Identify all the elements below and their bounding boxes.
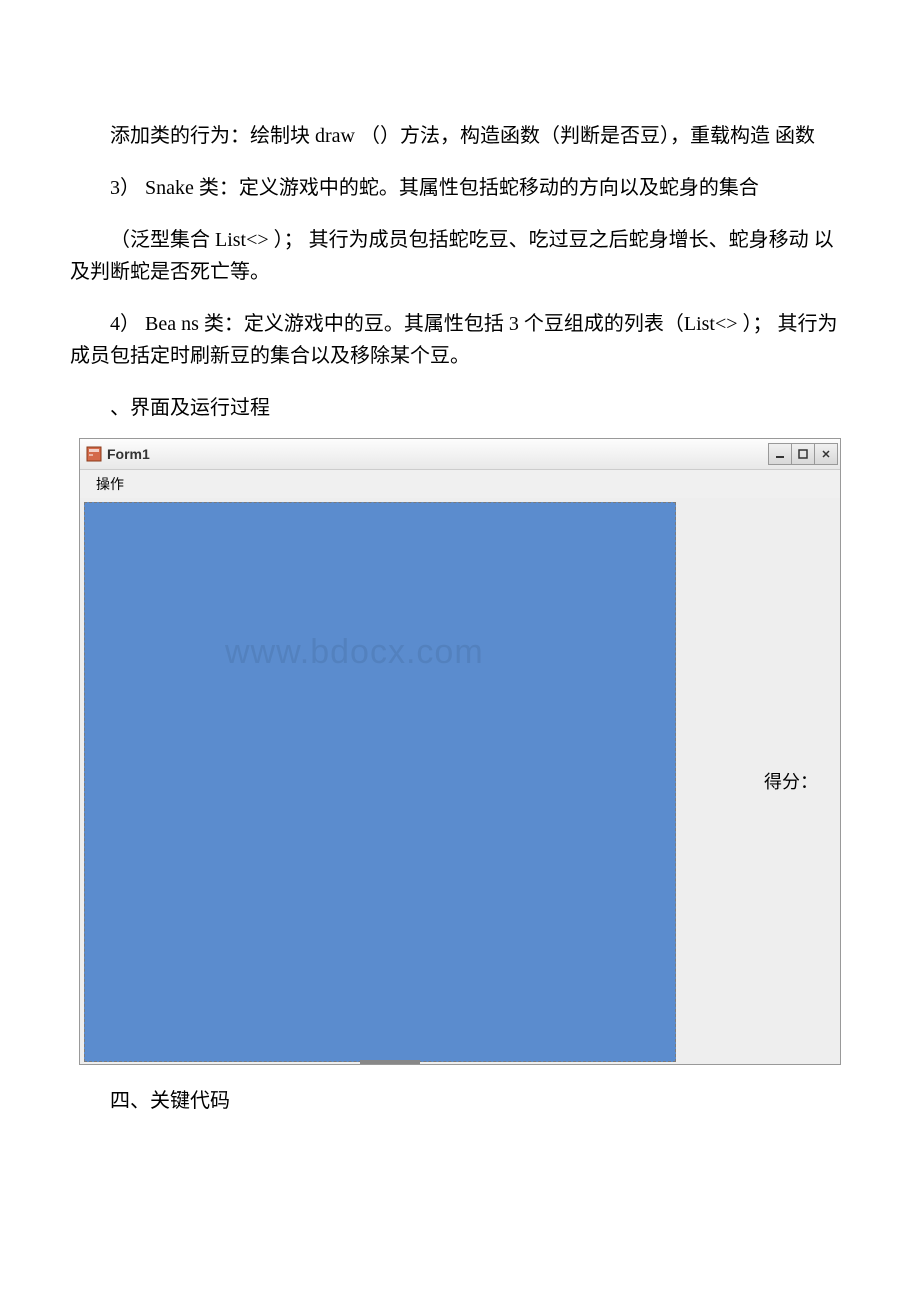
form-icon bbox=[86, 446, 102, 462]
scroll-indicator bbox=[360, 1060, 420, 1064]
game-panel[interactable]: www.bdocx.com bbox=[84, 502, 676, 1062]
section-key-code: 四、关键代码 bbox=[70, 1085, 850, 1117]
paragraph-draw-method: 添加类的行为：绘制块 draw （）方法，构造函数（判断是否豆），重载构造 函数 bbox=[70, 120, 850, 152]
menu-operation[interactable]: 操作 bbox=[88, 470, 132, 498]
minimize-button[interactable] bbox=[768, 443, 792, 465]
document-page: 添加类的行为：绘制块 draw （）方法，构造函数（判断是否豆），重载构造 函数… bbox=[0, 0, 920, 1197]
close-button[interactable] bbox=[814, 443, 838, 465]
score-label: 得分： bbox=[764, 768, 818, 794]
paragraph-snake-behavior: （泛型集合 List<> ）； 其行为成员包括蛇吃豆、吃过豆之后蛇身增长、蛇身移… bbox=[70, 224, 850, 288]
maximize-button[interactable] bbox=[791, 443, 815, 465]
form-window: Form1 操作 www.bdocx.com 得分： bbox=[79, 438, 841, 1065]
watermark-text: www.bdocx.com bbox=[225, 633, 484, 672]
form-title: Form1 bbox=[107, 446, 150, 462]
titlebar[interactable]: Form1 bbox=[80, 439, 840, 470]
titlebar-left: Form1 bbox=[86, 446, 150, 462]
form-body: www.bdocx.com 得分： bbox=[80, 498, 840, 1064]
paragraph-beans-class: 4） Bea ns 类：定义游戏中的豆。其属性包括 3 个豆组成的列表（List… bbox=[70, 308, 850, 372]
window-controls bbox=[769, 443, 838, 465]
menubar: 操作 bbox=[80, 470, 840, 498]
paragraph-ui-section: 、界面及运行过程 bbox=[70, 392, 850, 424]
paragraph-snake-class: 3） Snake 类：定义游戏中的蛇。其属性包括蛇移动的方向以及蛇身的集合 bbox=[70, 172, 850, 204]
